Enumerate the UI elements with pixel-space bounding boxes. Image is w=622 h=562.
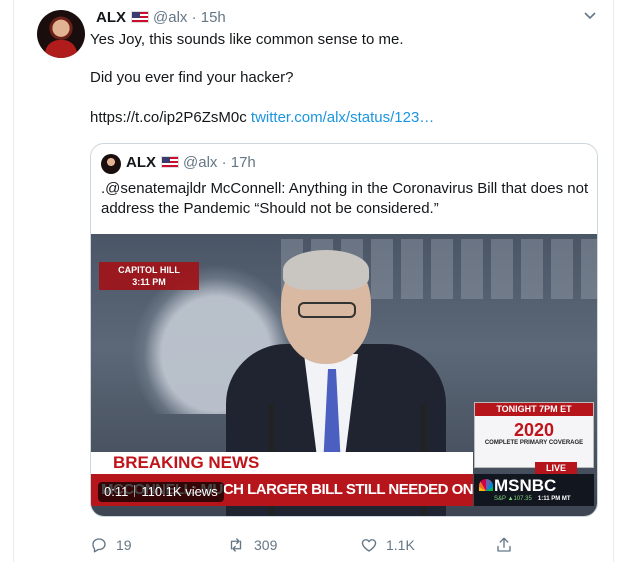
tweet-line-1: Yes Joy, this sounds like common sense t…: [90, 31, 404, 48]
ticker-value: S&P ▲107.35: [494, 496, 532, 502]
separator: ·: [221, 154, 227, 171]
avatar[interactable]: [37, 10, 85, 58]
quoted-text: .@senatemajldr McConnell: Anything in th…: [101, 179, 589, 219]
badge-divider: [134, 485, 136, 497]
reply-button[interactable]: 19: [90, 535, 132, 555]
ticker: S&P ▲107.35 1:11 PM MT: [494, 495, 571, 503]
share-button[interactable]: [495, 535, 521, 555]
tweet-links: https://t.co/ip2P6ZsM0c twitter.com/alx/…: [90, 108, 434, 128]
ticker-time: 1:11 PM MT: [537, 496, 571, 502]
quoted-text-line-2: address the Pandemic “Should not be cons…: [101, 200, 439, 217]
timestamp[interactable]: 15h: [201, 9, 226, 26]
promo-box: TONIGHT 7PM ET 2020 COMPLETE PRIMARY COV…: [474, 402, 594, 468]
separator: ·: [191, 9, 197, 26]
chevron-down-icon[interactable]: [583, 8, 597, 22]
location-time: 3:11 PM: [132, 277, 166, 287]
tweet-header: ALX @alx · 15h: [96, 8, 226, 28]
retweet-button[interactable]: 309: [226, 535, 277, 555]
quoted-text-line-1: .@senatemajldr McConnell: Anything in th…: [101, 180, 589, 197]
tweet-line-2: Did you ever find your hacker?: [90, 69, 294, 86]
speaker-glasses: [298, 302, 356, 318]
quoted-author-handle: @alx: [183, 154, 218, 171]
promo-logo: 2020: [513, 420, 555, 440]
live-badge: LIVE: [535, 462, 577, 474]
breaking-news-banner: BREAKING NEWS: [91, 452, 473, 474]
video-duration: 0:11: [104, 484, 129, 499]
reply-count: 19: [116, 537, 132, 553]
video-views: 110.1K views: [141, 484, 218, 499]
speaker-hair: [283, 250, 369, 290]
quoted-header: ALX @alx · 17h: [126, 153, 256, 173]
status-link[interactable]: twitter.com/alx/status/123…: [251, 109, 434, 126]
video-player[interactable]: CAPITOL HILL 3:11 PM BREAKING NEWS MCCON…: [91, 234, 597, 516]
retweet-icon: [230, 538, 242, 552]
video-stats-badge: 0:11 110.1K views: [98, 482, 224, 502]
like-button[interactable]: 1.1K: [360, 535, 415, 555]
location-bug: CAPITOL HILL 3:11 PM: [99, 262, 199, 290]
reply-icon: [92, 538, 106, 553]
quoted-tweet[interactable]: ALX @alx · 17h .@senatemajldr McConnell: …: [90, 143, 598, 517]
quoted-avatar: [101, 154, 121, 174]
quoted-timestamp: 17h: [230, 154, 256, 171]
network-name: MSNBC: [494, 476, 557, 495]
short-link[interactable]: https://t.co/ip2P6ZsM0c: [90, 109, 247, 126]
author-name[interactable]: ALX: [96, 9, 126, 26]
retweet-count: 309: [254, 537, 278, 553]
us-flag-icon: [131, 11, 149, 23]
share-icon: [497, 537, 511, 552]
like-count: 1.1K: [386, 537, 415, 553]
peacock-icon: [479, 479, 493, 491]
promo-top: TONIGHT 7PM ET: [475, 403, 593, 416]
author-handle[interactable]: @alx: [153, 9, 187, 26]
location-label: CAPITOL HILL: [118, 265, 180, 275]
like-icon: [361, 539, 377, 552]
quoted-author-name: ALX: [126, 154, 156, 171]
us-flag-icon: [161, 156, 179, 168]
promo-sub: COMPLETE PRIMARY COVERAGE: [484, 440, 584, 446]
network-bug: MSNBC S&P ▲107.35 1:11 PM MT: [474, 474, 594, 506]
